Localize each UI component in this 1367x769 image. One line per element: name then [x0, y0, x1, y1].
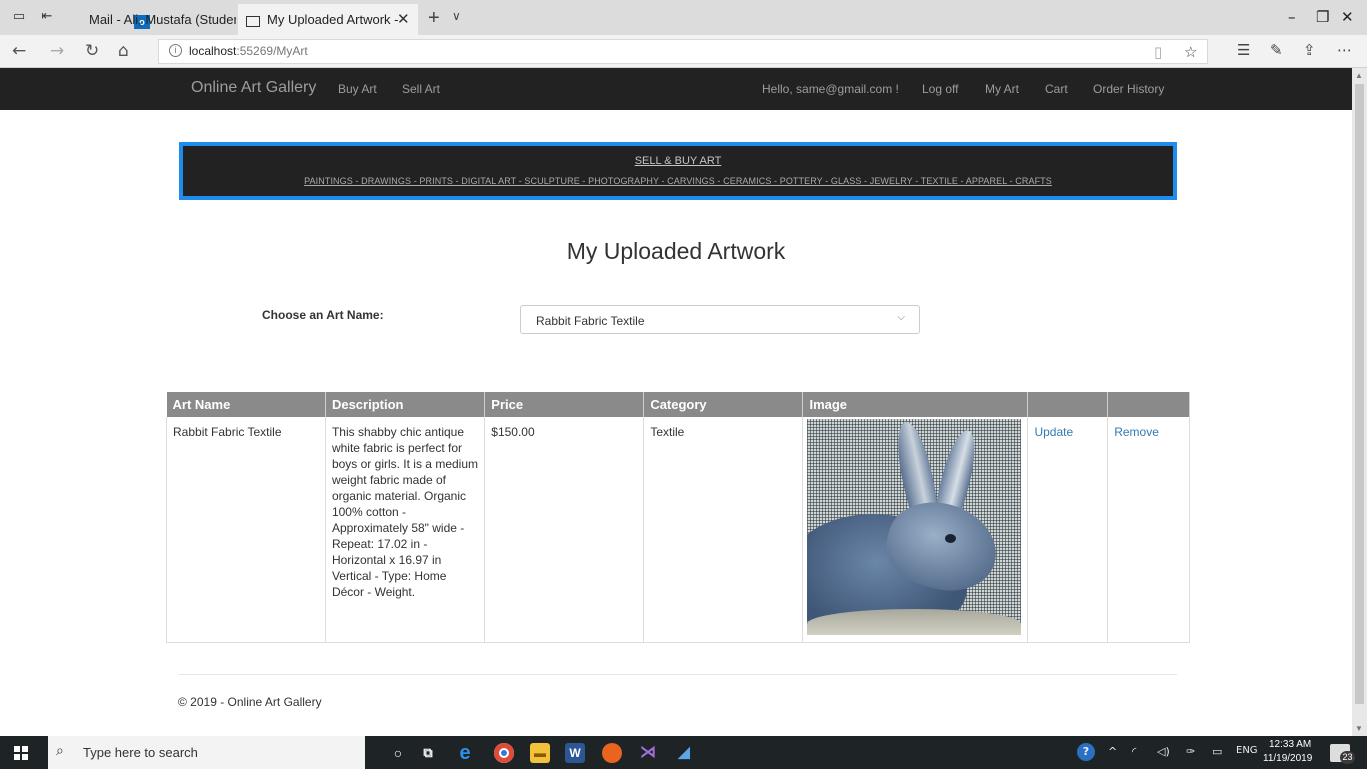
- file-explorer-icon[interactable]: ▬: [530, 743, 550, 763]
- search-icon: ⌕: [56, 743, 64, 759]
- sell-buy-banner: SELL & BUY ART PAINTINGS - DRAWINGS - PR…: [179, 142, 1177, 200]
- scroll-thumb[interactable]: [1355, 84, 1364, 704]
- tab-title: My Uploaded Artwork -: [267, 12, 399, 27]
- favorite-star-icon[interactable]: ☆: [1184, 43, 1197, 61]
- firefox-icon[interactable]: [602, 743, 622, 763]
- wifi-icon[interactable]: ◜: [1132, 745, 1136, 758]
- col-update: [1027, 392, 1109, 417]
- word-icon[interactable]: W: [565, 743, 585, 763]
- page-title: My Uploaded Artwork: [566, 238, 786, 264]
- notification-count: 23: [1340, 751, 1355, 764]
- scroll-down-icon[interactable]: ▼: [1355, 724, 1363, 733]
- url-text: localhost:55269/MyArt: [189, 44, 308, 58]
- choose-art-label: Choose an Art Name:: [262, 308, 384, 322]
- image-foreground: [807, 609, 1022, 635]
- windows-start-icon[interactable]: [14, 746, 28, 760]
- remove-link[interactable]: Remove: [1114, 425, 1159, 439]
- col-art-name: Art Name: [166, 392, 326, 417]
- search-placeholder: Type here to search: [83, 745, 198, 760]
- chrome-icon[interactable]: [494, 743, 514, 763]
- scroll-up-icon[interactable]: ▲: [1355, 71, 1363, 80]
- page-icon: [246, 16, 260, 27]
- tab-my-uploaded-artwork[interactable]: My Uploaded Artwork - ✕: [238, 4, 418, 35]
- artwork-image: [807, 419, 1022, 635]
- footer-divider: [179, 674, 1177, 675]
- page-scrollbar[interactable]: ▲ ▼: [1352, 68, 1367, 736]
- table-row: Rabbit Fabric Textile This shabby chic a…: [166, 417, 1190, 643]
- maximize-icon[interactable]: ❐: [1316, 8, 1329, 26]
- visual-studio-icon[interactable]: ⋊: [638, 743, 658, 763]
- pen-icon[interactable]: ✎: [1270, 41, 1283, 59]
- reading-view-icon[interactable]: ▯: [1154, 43, 1162, 61]
- url-input[interactable]: i localhost:55269/MyArt ▯ ☆: [158, 39, 1208, 64]
- site-navbar: Online Art Gallery Buy Art Sell Art Hell…: [0, 68, 1352, 110]
- keyboard-icon[interactable]: ▭: [1212, 745, 1222, 758]
- minimize-icon[interactable]: –: [1288, 8, 1296, 26]
- clock-date[interactable]: 11/19/2019: [1263, 753, 1312, 764]
- pen-workspace-icon[interactable]: ✑: [1186, 745, 1195, 758]
- select-value: Rabbit Fabric Textile: [536, 314, 645, 328]
- address-bar-row: ← → ↻ ⌂ i localhost:55269/MyArt ▯ ☆ ☰ ✎ …: [0, 35, 1367, 68]
- taskbar-search-input[interactable]: ⌕ Type here to search: [48, 736, 365, 769]
- footer-copyright: © 2019 - Online Art Gallery: [178, 695, 322, 709]
- nav-log-off[interactable]: Log off: [922, 82, 958, 96]
- home-icon[interactable]: ⌂: [118, 41, 129, 61]
- cell-category: Textile: [643, 417, 804, 643]
- col-remove: [1107, 392, 1190, 417]
- tab-mail[interactable]: o Mail - Ali, Mustafa (Student): [66, 4, 236, 35]
- task-view-icon[interactable]: ⧉: [418, 743, 438, 763]
- banner-categories-link[interactable]: PAINTINGS - DRAWINGS - PRINTS - DIGITAL …: [183, 176, 1173, 186]
- nav-greeting[interactable]: Hello, same@gmail.com !: [762, 82, 899, 96]
- chevron-up-icon[interactable]: ^: [1108, 745, 1117, 758]
- nav-buy-art[interactable]: Buy Art: [338, 82, 377, 96]
- nav-my-art[interactable]: My Art: [985, 82, 1019, 96]
- cell-description: This shabby chic antique white fabric is…: [324, 417, 486, 643]
- cell-price: $150.00: [484, 417, 645, 643]
- art-name-select[interactable]: Rabbit Fabric Textile ⌵: [520, 305, 920, 334]
- col-description: Description: [325, 392, 486, 417]
- windows-taskbar: ⌕ Type here to search ○ ⧉ e ▬ W ⋊ ◢ ? ^ …: [0, 736, 1367, 769]
- tab-title: Mail - Ali, Mustafa (Student): [89, 12, 236, 27]
- chevron-down-icon[interactable]: ∨: [452, 9, 461, 23]
- clock-time[interactable]: 12:33 AM: [1269, 739, 1311, 750]
- url-path: :55269/MyArt: [236, 44, 308, 58]
- language-indicator[interactable]: ENG: [1236, 745, 1258, 756]
- more-icon[interactable]: ⋯: [1337, 41, 1352, 59]
- share-icon[interactable]: ⇪: [1303, 41, 1316, 59]
- cell-update: Update: [1027, 417, 1109, 643]
- forward-icon[interactable]: →: [50, 41, 64, 61]
- new-tab-icon[interactable]: +: [428, 7, 440, 30]
- site-info-icon[interactable]: i: [169, 44, 182, 57]
- nav-sell-art[interactable]: Sell Art: [402, 82, 440, 96]
- volume-icon[interactable]: ◁): [1157, 745, 1170, 758]
- browser-tab-bar: ▭ ⇤ o Mail - Ali, Mustafa (Student) My U…: [0, 0, 1367, 35]
- help-icon[interactable]: ?: [1077, 743, 1095, 761]
- refresh-icon[interactable]: ↻: [85, 41, 99, 61]
- edge-icon[interactable]: e: [455, 743, 475, 763]
- app-icon[interactable]: ◢: [674, 743, 694, 763]
- col-category: Category: [643, 392, 804, 417]
- cortana-icon[interactable]: ○: [388, 743, 408, 763]
- artwork-table: Art Name Description Price Category Imag…: [166, 392, 1190, 643]
- nav-order-history[interactable]: Order History: [1093, 82, 1164, 96]
- url-host: localhost: [189, 44, 237, 58]
- cell-image: [802, 417, 1029, 643]
- set-aside-tabs-icon[interactable]: ⇤: [40, 10, 54, 24]
- nav-cart[interactable]: Cart: [1045, 82, 1068, 96]
- col-price: Price: [484, 392, 645, 417]
- cell-remove: Remove: [1107, 417, 1190, 643]
- close-window-icon[interactable]: ✕: [1341, 8, 1354, 26]
- banner-title-link[interactable]: SELL & BUY ART: [183, 155, 1173, 167]
- cell-art-name: Rabbit Fabric Textile: [166, 417, 326, 643]
- favorites-list-icon[interactable]: ☰: [1237, 41, 1250, 59]
- back-icon[interactable]: ←: [12, 41, 26, 61]
- update-link[interactable]: Update: [1034, 425, 1073, 439]
- tab-preview-icon[interactable]: ▭: [12, 10, 26, 24]
- brand-link[interactable]: Online Art Gallery: [191, 79, 316, 97]
- chevron-down-icon: ⌵: [897, 312, 905, 323]
- col-image: Image: [802, 392, 1029, 417]
- table-header-row: Art Name Description Price Category Imag…: [166, 392, 1190, 417]
- close-tab-icon[interactable]: ✕: [397, 4, 410, 35]
